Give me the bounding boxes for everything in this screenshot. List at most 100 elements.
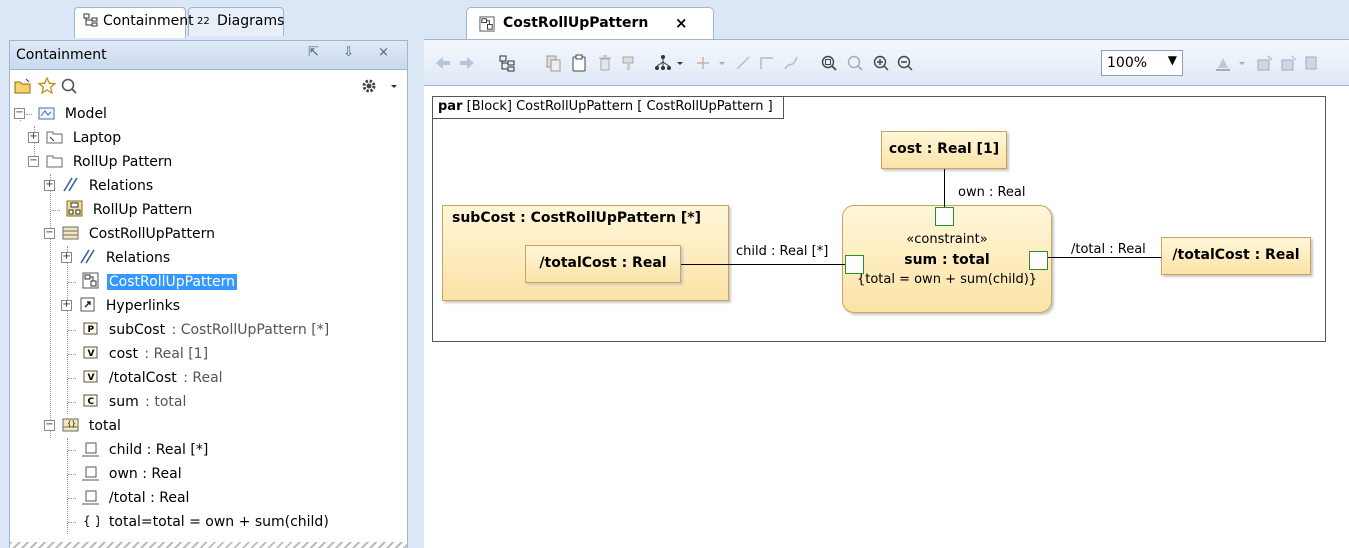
subcost-label: subCost : CostRollUpPattern [*] <box>452 210 701 226</box>
tree-row-hyperlinks[interactable]: + Hyperlinks <box>61 295 182 319</box>
panel-splitter[interactable] <box>414 0 424 548</box>
tree-row-rollup-pattern-package[interactable]: − RollUp Pattern <box>28 151 174 175</box>
block-icon <box>62 226 79 240</box>
containment-tree-icon[interactable] <box>498 54 516 72</box>
zoom-select[interactable]: 100% ▼ <box>1101 50 1183 76</box>
hyperlink-icon <box>80 297 95 312</box>
svg-text:{ }: { } <box>83 514 99 528</box>
gear-icon[interactable] <box>360 77 378 95</box>
browser-tabs: Containment 22 Diagrams <box>0 0 414 38</box>
chevron-down-icon[interactable] <box>1234 54 1252 72</box>
tree-label: RollUp Pattern <box>92 202 193 218</box>
tree-row-relations-2[interactable]: + Relations <box>61 247 172 271</box>
value-property-icon: V <box>83 346 98 359</box>
rectilinear-line-icon[interactable] <box>758 54 776 72</box>
star-icon[interactable] <box>38 77 56 95</box>
back-arrow-icon[interactable] <box>434 54 452 72</box>
tree-label: total=total = own + sum(child) <box>108 514 329 530</box>
tree-row-total-param[interactable]: /total : Real <box>68 487 191 511</box>
zoom-out-icon[interactable] <box>896 54 914 72</box>
tree-row-laptop[interactable]: + Laptop <box>28 127 123 151</box>
constraint-expression: {total = own + sum(child)} <box>856 272 1038 287</box>
tree-row-rollup-pattern-diagram[interactable]: RollUp Pattern <box>52 199 194 223</box>
insert-element-icon[interactable] <box>1280 54 1298 72</box>
subcost-totalcost-property[interactable]: /totalCost : Real <box>525 245 681 283</box>
diagram-canvas[interactable]: par [Block] CostRollUpPattern [ CostRoll… <box>424 86 1349 548</box>
tree-row-costrolluppattern-block[interactable]: − CostRollUpPattern <box>44 223 217 247</box>
zoom-selection-icon[interactable] <box>846 54 864 72</box>
total-parameter-port[interactable] <box>1029 251 1048 270</box>
svg-text:V: V <box>88 349 95 359</box>
parametric-diagram-icon <box>82 272 99 289</box>
own-connector-label: own : Real <box>958 185 1026 200</box>
search-icon[interactable] <box>60 77 78 95</box>
delete-icon[interactable] <box>596 54 614 72</box>
own-parameter-port[interactable] <box>935 207 954 226</box>
tree-label: Laptop <box>72 130 122 146</box>
constraint-stereotype: «constraint» <box>906 232 988 247</box>
tree-label: /totalCost <box>108 370 177 386</box>
paste-icon[interactable] <box>570 54 588 72</box>
child-parameter-port[interactable] <box>845 255 864 274</box>
forward-arrow-icon[interactable] <box>458 54 476 72</box>
panel-window-controls[interactable]: ⇱ ⇩ × <box>308 45 399 60</box>
chevron-down-icon[interactable] <box>386 77 404 95</box>
svg-text:22: 22 <box>197 16 210 27</box>
tree-label: Hyperlinks <box>105 298 181 314</box>
tree-label: sum <box>108 394 139 410</box>
display-related-icon[interactable] <box>1304 54 1322 72</box>
close-icon[interactable]: × <box>675 14 688 32</box>
tree-row-relations[interactable]: + Relations <box>44 175 155 199</box>
copy-icon[interactable] <box>544 54 562 72</box>
insert-element-icon[interactable] <box>1256 54 1274 72</box>
format-painter-icon[interactable] <box>620 54 638 72</box>
zoom-fit-icon[interactable] <box>820 54 838 72</box>
chevron-down-icon[interactable] <box>672 54 690 72</box>
totalcost-value-property[interactable]: /totalCost : Real <box>1161 237 1311 275</box>
zoom-in-icon[interactable] <box>872 54 890 72</box>
child-connector[interactable] <box>681 264 845 265</box>
part-property-icon: P <box>83 322 98 335</box>
tab-diagrams[interactable]: 22 Diagrams <box>188 7 284 36</box>
tree-row-cost[interactable]: V cost : Real [1] <box>68 343 208 367</box>
chevron-down-icon[interactable] <box>714 54 732 72</box>
panel-title: Containment <box>16 47 107 63</box>
tree-label-selected: CostRollUpPattern <box>106 274 237 290</box>
tree-row-totalcost[interactable]: V /totalCost : Real <box>68 367 223 391</box>
tree-row-subcost[interactable]: P subCost : CostRollUpPattern [*] <box>68 319 330 343</box>
tab-containment[interactable]: Containment <box>74 7 194 38</box>
tree-type: : CostRollUpPattern [*] <box>167 322 330 338</box>
own-connector[interactable] <box>944 169 945 207</box>
tree-row-own[interactable]: own : Real <box>68 463 184 487</box>
svg-text:{}: {} <box>67 420 76 428</box>
fill-color-icon[interactable] <box>1214 54 1232 72</box>
open-folder-icon[interactable] <box>14 77 32 95</box>
diagram-frame: par [Block] CostRollUpPattern [ CostRoll… <box>432 96 1326 342</box>
tab-costrolluppattern[interactable]: CostRollUpPattern × <box>466 7 714 39</box>
diagram-toolbar: 100% ▼ <box>424 39 1349 86</box>
line-icon[interactable] <box>734 54 752 72</box>
diagrams-icon: 22 <box>197 16 210 27</box>
tree-row-sum[interactable]: C sum : total <box>68 391 186 415</box>
tree-type: : Real <box>178 370 223 386</box>
layout-icon[interactable] <box>654 54 672 72</box>
tree-label: total <box>88 418 121 434</box>
parametric-diagram-icon <box>479 16 495 32</box>
tree-label: Relations <box>88 178 154 194</box>
anchor-icon[interactable] <box>694 54 712 72</box>
tree-row-child[interactable]: child : Real [*] <box>68 439 210 463</box>
total-connector-label: /total : Real <box>1071 242 1146 257</box>
cost-value-property[interactable]: cost : Real [1] <box>881 131 1007 169</box>
svg-text:V: V <box>88 373 95 383</box>
total-connector[interactable] <box>1048 257 1161 258</box>
tree-row-total[interactable]: − {} total <box>44 415 123 439</box>
bezier-line-icon[interactable] <box>782 54 800 72</box>
constraint-icon: { } <box>83 514 99 528</box>
tree-row-constraint[interactable]: { } total=total = own + sum(child) <box>68 511 331 535</box>
panel-toolbar <box>9 70 408 102</box>
tree-row-model[interactable]: − Model <box>14 103 109 127</box>
tree-label: Relations <box>105 250 171 266</box>
constraint-name: sum : total <box>904 252 990 268</box>
child-connector-label: child : Real [*] <box>736 244 829 259</box>
tree-row-costrolluppattern-diagram[interactable]: CostRollUpPattern <box>68 271 237 295</box>
